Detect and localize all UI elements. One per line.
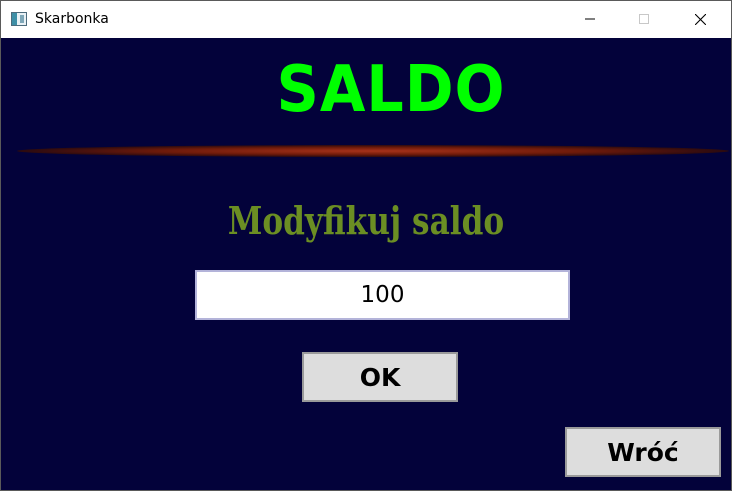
- divider: [17, 145, 729, 157]
- close-icon: [695, 14, 706, 25]
- minimize-icon: [585, 18, 595, 20]
- app-window: Skarbonka SALDO Modyfikuj saldo 100 OK W…: [0, 0, 732, 491]
- section-title: Modyfikuj saldo: [227, 198, 505, 243]
- minimize-button[interactable]: [564, 1, 616, 38]
- amount-input[interactable]: [195, 270, 570, 320]
- window-title: Skarbonka: [35, 11, 109, 27]
- maximize-icon: [639, 14, 649, 24]
- client-area: SALDO Modyfikuj saldo OK Wróć: [1, 38, 731, 490]
- title-bar[interactable]: Skarbonka: [1, 1, 731, 38]
- ok-button[interactable]: OK: [302, 352, 458, 402]
- app-window-icon: [11, 12, 27, 26]
- close-button[interactable]: [674, 1, 726, 38]
- page-title: SALDO: [276, 53, 506, 127]
- maximize-button[interactable]: [618, 1, 670, 38]
- back-button[interactable]: Wróć: [565, 427, 721, 477]
